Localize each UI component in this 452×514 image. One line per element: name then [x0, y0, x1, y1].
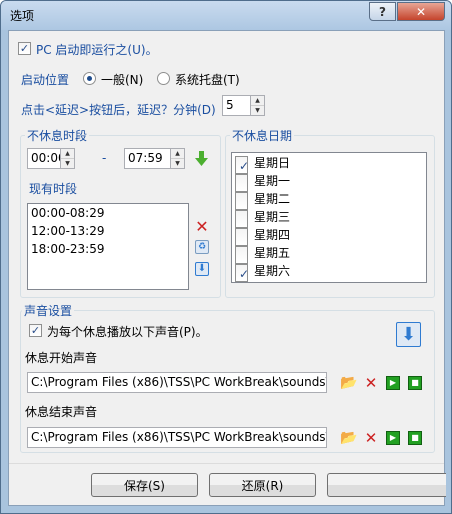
delete-period-button[interactable]: ✕: [194, 219, 210, 235]
time-start-spinner[interactable]: ▲ ▼: [60, 148, 75, 169]
day-label: 星期三: [254, 210, 291, 224]
window-title: 选项: [10, 9, 35, 23]
help-button[interactable]: ?: [369, 2, 396, 21]
autostart-label: PC 启动即运行之(U)。: [36, 43, 158, 57]
day-item-tuesday[interactable]: 星期二: [235, 190, 290, 210]
clear-periods-button[interactable]: ♻: [195, 240, 209, 254]
trash-icon: ♻: [197, 242, 207, 252]
spin-up-icon: ▲: [255, 97, 260, 104]
delete-x-icon: ✕: [364, 429, 378, 447]
folder-open-icon: 📂: [340, 430, 358, 446]
list-item[interactable]: 12:00-13:29: [28, 222, 188, 240]
day-item-saturday[interactable]: ✓ 星期六: [235, 262, 290, 282]
day-label: 星期日: [254, 156, 291, 170]
add-period-button[interactable]: [193, 151, 209, 167]
start-sound-path[interactable]: C:\Program Files (x86)\TSS\PC WorkBreak\…: [27, 372, 327, 393]
spin-up-icon: ▲: [65, 150, 70, 157]
periods-list[interactable]: 00:00-08:29 12:00-13:29 18:00-23:59: [27, 203, 189, 290]
stop-icon: ■: [411, 433, 419, 442]
sound-group-label: 声音设置: [22, 302, 75, 319]
play-sound-checkbox[interactable]: ✓: [29, 324, 42, 337]
import-periods-button[interactable]: ⬇: [195, 262, 209, 276]
clear-end-button[interactable]: ✕: [363, 430, 379, 446]
list-item[interactable]: 00:00-08:29: [28, 204, 188, 222]
stop-end-button[interactable]: ■: [408, 431, 422, 445]
day-checkbox[interactable]: ✓: [235, 264, 249, 282]
time-end-input[interactable]: 07:59: [124, 148, 171, 169]
help-icon: ?: [379, 4, 386, 19]
day-label: 星期二: [254, 192, 291, 206]
close-icon: ✕: [415, 4, 427, 19]
footer-divider: [9, 463, 444, 464]
radio-tray-label: 系统托盘(T): [175, 73, 240, 87]
title-bar: 选项 ? ✕: [1, 1, 451, 30]
stop-start-button[interactable]: ■: [408, 376, 422, 390]
delay-input[interactable]: 5: [222, 95, 251, 116]
no-break-time-label: 不休息时段: [25, 127, 90, 144]
day-label: 星期五: [254, 246, 291, 260]
play-start-button[interactable]: ▶: [386, 376, 400, 390]
arrow-down-blue-icon: ⬇: [197, 263, 207, 274]
radio-tray[interactable]: [157, 72, 170, 85]
start-sound-label: 休息开始声音: [25, 351, 98, 365]
stop-icon: ■: [411, 378, 419, 387]
dialog-client-area: ✓ PC 启动即运行之(U)。 启动位置 一般(N) 系统托盘(T) 点击<延迟…: [8, 30, 446, 506]
play-end-button[interactable]: ▶: [386, 431, 400, 445]
time-start-input[interactable]: 00:00: [27, 148, 61, 169]
arrow-down-green-icon: [194, 151, 208, 166]
day-item-wednesday[interactable]: 星期三: [235, 208, 290, 228]
browse-start-button[interactable]: 📂: [340, 375, 358, 391]
day-label: 星期六: [254, 264, 291, 278]
spin-down-icon: ▼: [171, 158, 184, 167]
browse-end-button[interactable]: 📂: [340, 430, 358, 446]
radio-general-label: 一般(N): [101, 73, 144, 87]
day-label: 星期四: [254, 228, 291, 242]
time-separator: -: [102, 151, 107, 165]
clear-start-button[interactable]: ✕: [363, 375, 379, 391]
options-dialog: 选项 ? ✕ ✓ PC 启动即运行之(U)。 启动位置 一般(N) 系统托盘(T…: [0, 0, 452, 514]
play-sound-label: 为每个休息播放以下声音(P)。: [47, 325, 208, 339]
no-break-days-label: 不休息日期: [230, 127, 295, 144]
list-item[interactable]: 18:00-23:59: [28, 240, 188, 258]
folder-open-icon: 📂: [340, 375, 358, 391]
spin-down-icon: ▼: [251, 105, 264, 114]
day-item-monday[interactable]: 星期一: [235, 172, 290, 192]
play-icon: ▶: [389, 433, 397, 442]
day-item-sunday[interactable]: ✓ 星期日: [235, 154, 290, 174]
spin-down-icon: ▼: [61, 158, 74, 167]
day-item-friday[interactable]: 星期五: [235, 244, 290, 264]
spin-up-icon: ▲: [175, 150, 180, 157]
radio-general[interactable]: [83, 72, 96, 85]
delay-spinner[interactable]: ▲ ▼: [250, 95, 265, 116]
startpos-label: 启动位置: [21, 73, 70, 87]
end-sound-path[interactable]: C:\Program Files (x86)\TSS\PC WorkBreak\…: [27, 427, 327, 448]
play-icon: ▶: [389, 378, 397, 387]
delete-x-icon: ✕: [364, 374, 378, 392]
time-end-spinner[interactable]: ▲ ▼: [170, 148, 185, 169]
delete-x-icon: ✕: [195, 217, 209, 236]
days-list: ✓ 星期日 星期一 星期二 星期三 星期四 星期五 ✓ 星期六: [231, 152, 427, 283]
sound-download-button[interactable]: ⬇: [396, 322, 421, 347]
day-item-thursday[interactable]: 星期四: [235, 226, 290, 246]
restore-button[interactable]: 还原(R): [209, 473, 316, 497]
day-label: 星期一: [254, 174, 291, 188]
existing-periods-label: 现有时段: [29, 182, 78, 196]
cancel-button[interactable]: [327, 473, 446, 497]
delay-label: 点击<延迟>按钮后，延迟？分钟(D): [21, 103, 216, 117]
autostart-checkbox[interactable]: ✓: [18, 42, 31, 55]
end-sound-label: 休息结束声音: [25, 405, 98, 419]
save-button[interactable]: 保存(S): [91, 473, 198, 497]
close-button[interactable]: ✕: [397, 2, 445, 21]
arrow-down-blue-icon: ⬇: [400, 323, 417, 345]
